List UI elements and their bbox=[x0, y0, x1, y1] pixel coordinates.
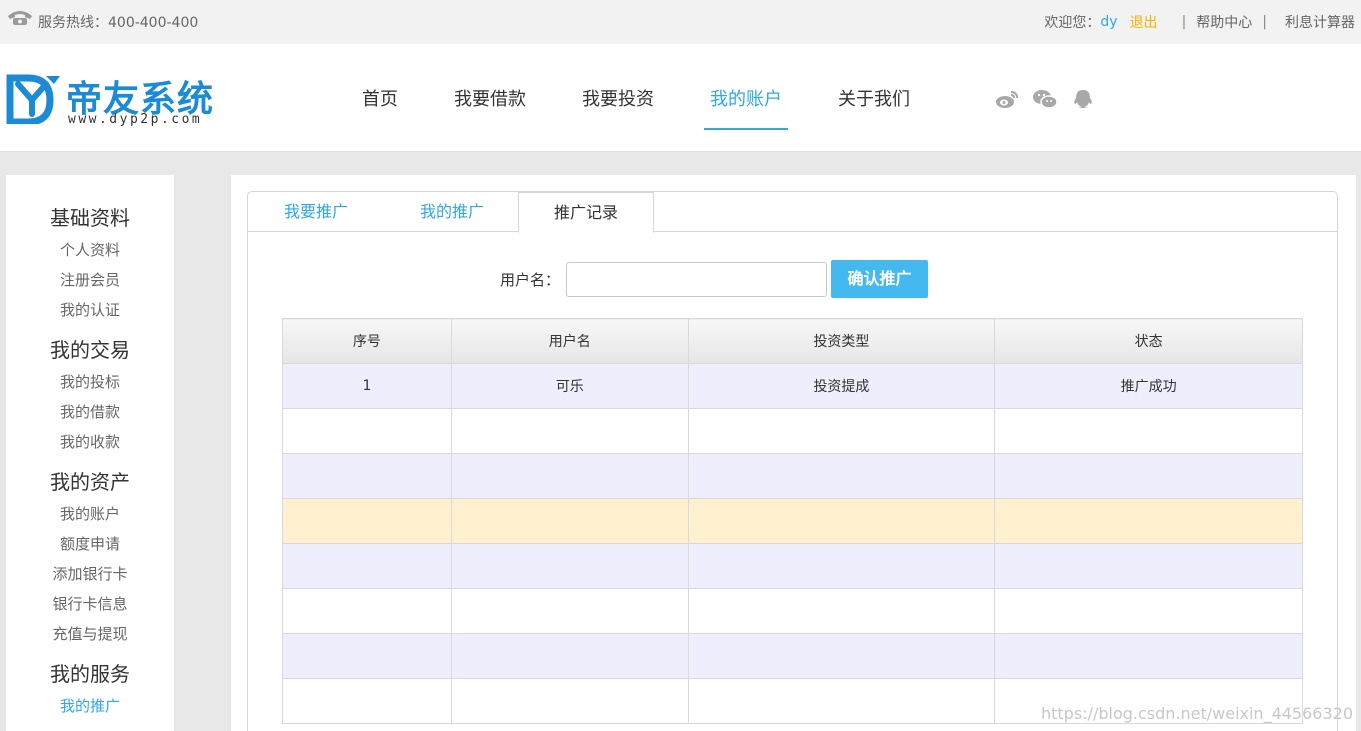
table-row-empty-hovered bbox=[282, 498, 1303, 544]
sidebar-group-my-transactions: 我的交易 bbox=[50, 338, 130, 362]
promotion-panel: 我要推广 我的推广 推广记录 用户名： 确认推广 序号 用户名 投资类型 状态 … bbox=[247, 191, 1338, 731]
sidebar-item-my-bids[interactable]: 我的投标 bbox=[6, 367, 174, 397]
help-center-link[interactable]: 帮助中心 bbox=[1196, 12, 1252, 32]
sidebar-group-my-assets: 我的资产 bbox=[50, 470, 130, 494]
sidebar-item-deposit-withdraw[interactable]: 充值与提现 bbox=[6, 619, 174, 649]
logo-icon[interactable] bbox=[6, 72, 64, 124]
cell-status: 推广成功 bbox=[994, 363, 1303, 409]
top-bar: 服务热线：400-400-400 欢迎您： dy 退出 | 帮助中心 | 利息计… bbox=[0, 0, 1361, 44]
weibo-icon[interactable] bbox=[994, 88, 1020, 110]
sidebar-item-my-certification[interactable]: 我的认证 bbox=[6, 295, 174, 325]
main-content: 我要推广 我的推广 推广记录 用户名： 确认推广 序号 用户名 投资类型 状态 … bbox=[231, 175, 1356, 731]
table-row-empty bbox=[282, 588, 1303, 634]
nav-home[interactable]: 首页 bbox=[334, 44, 426, 152]
cell-invest-type: 投资提成 bbox=[687, 363, 996, 409]
telephone-icon bbox=[8, 11, 32, 25]
sidebar-item-credit-application[interactable]: 额度申请 bbox=[6, 529, 174, 559]
sidebar-item-register-member[interactable]: 注册会员 bbox=[6, 265, 174, 295]
table-header-row: 序号 用户名 投资类型 状态 bbox=[282, 318, 1303, 364]
column-header-status: 状态 bbox=[994, 318, 1303, 364]
qq-icon[interactable] bbox=[1070, 88, 1096, 110]
table-row-empty bbox=[282, 543, 1303, 589]
sidebar-item-my-account[interactable]: 我的账户 bbox=[6, 499, 174, 529]
table-row-empty bbox=[282, 453, 1303, 499]
sidebar-item-my-promotion[interactable]: 我的推广 bbox=[6, 691, 174, 721]
cell-index: 1 bbox=[282, 363, 452, 409]
tab-promote[interactable]: 我要推广 bbox=[268, 192, 364, 232]
tab-my-promotion[interactable]: 我的推广 bbox=[404, 192, 500, 232]
watermark-text: https://blog.csdn.net/weixin_44566320 bbox=[1040, 704, 1353, 723]
sidebar-item-my-receipts[interactable]: 我的收款 bbox=[6, 427, 174, 457]
divider: | bbox=[1262, 14, 1267, 30]
column-header-invest-type: 投资类型 bbox=[687, 318, 996, 364]
nav-invest[interactable]: 我要投资 bbox=[554, 44, 682, 152]
account-sidebar: 基础资料 个人资料 注册会员 我的认证 我的交易 我的投标 我的借款 我的收款 … bbox=[6, 175, 174, 731]
confirm-promotion-button[interactable]: 确认推广 bbox=[831, 260, 929, 298]
sidebar-item-my-loans[interactable]: 我的借款 bbox=[6, 397, 174, 427]
sidebar-item-personal-info[interactable]: 个人资料 bbox=[6, 235, 174, 265]
nav-about-us[interactable]: 关于我们 bbox=[810, 44, 938, 152]
promotion-form: 用户名： 确认推广 bbox=[500, 260, 929, 298]
nav-my-account[interactable]: 我的账户 bbox=[682, 44, 810, 152]
hotline-text: 服务热线：400-400-400 bbox=[38, 15, 199, 31]
interest-calculator-link[interactable]: 利息计算器 bbox=[1285, 12, 1355, 32]
username-label: 用户名： bbox=[500, 270, 561, 289]
username-input[interactable] bbox=[566, 261, 828, 297]
divider: | bbox=[1181, 14, 1187, 30]
sidebar-item-bank-card-info[interactable]: 银行卡信息 bbox=[6, 589, 174, 619]
promotion-records-table: 序号 用户名 投资类型 状态 1 可乐 投资提成 推广成功 bbox=[282, 318, 1303, 724]
sidebar-item-add-bank-card[interactable]: 添加银行卡 bbox=[6, 559, 174, 589]
table-row-empty bbox=[282, 408, 1303, 454]
top-user-links: 欢迎您： dy 退出 | 帮助中心 | 利息计算器 bbox=[1044, 12, 1355, 32]
username-link[interactable]: dy bbox=[1100, 14, 1117, 30]
nav-borrow[interactable]: 我要借款 bbox=[426, 44, 554, 152]
social-links bbox=[994, 88, 1096, 110]
logo-url: www.dyp2p.com bbox=[68, 112, 203, 127]
column-header-username: 用户名 bbox=[450, 318, 689, 364]
wechat-icon[interactable] bbox=[1032, 88, 1058, 110]
sidebar-group-my-services: 我的服务 bbox=[50, 662, 130, 686]
logout-link[interactable]: 退出 bbox=[1130, 12, 1158, 32]
column-header-index: 序号 bbox=[282, 318, 452, 364]
site-header: 帝友系统 www.dyp2p.com 首页 我要借款 我要投资 我的账户 关于我… bbox=[0, 44, 1361, 152]
table-row[interactable]: 1 可乐 投资提成 推广成功 bbox=[282, 363, 1303, 409]
sidebar-group-basic-info: 基础资料 bbox=[50, 206, 130, 230]
table-row-empty bbox=[282, 633, 1303, 679]
welcome-text: 欢迎您： bbox=[1044, 15, 1101, 31]
tab-promotion-records[interactable]: 推广记录 bbox=[518, 192, 654, 233]
main-nav: 首页 我要借款 我要投资 我的账户 关于我们 bbox=[334, 44, 938, 152]
tab-bar: 我要推广 我的推广 推广记录 bbox=[248, 192, 1337, 233]
cell-username: 可乐 bbox=[450, 363, 689, 409]
